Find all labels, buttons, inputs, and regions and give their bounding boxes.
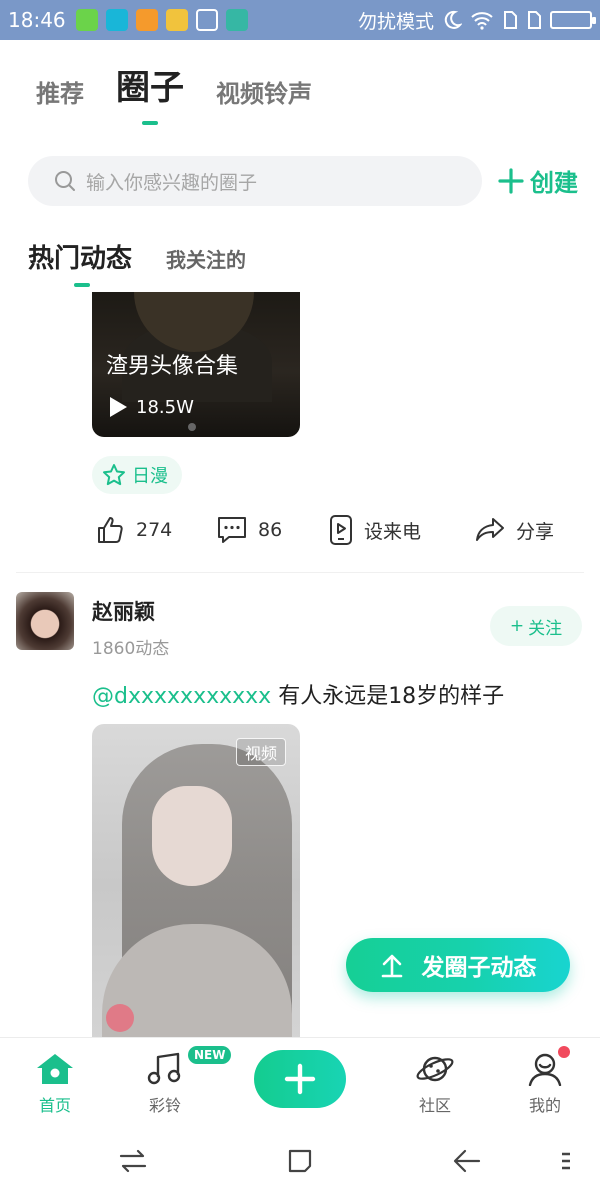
- plus-icon: +: [509, 616, 525, 636]
- moon-icon: [444, 10, 462, 29]
- follow-label: 关注: [528, 618, 563, 639]
- nav-home-label: 首页: [38, 1096, 71, 1115]
- share-button[interactable]: 分享: [474, 515, 554, 545]
- plus-icon: [284, 1063, 316, 1095]
- post-circle-update-button[interactable]: 发圈子动态: [346, 938, 570, 992]
- recent-apps-icon[interactable]: [118, 1147, 148, 1175]
- dnd-mode-label: 勿扰模式: [357, 10, 434, 33]
- back-icon[interactable]: [452, 1147, 482, 1175]
- new-badge: NEW: [188, 1046, 232, 1064]
- add-button[interactable]: [254, 1050, 346, 1108]
- post-actions: 274 86 设来电 分享: [96, 514, 576, 546]
- video-title: 渣男头像合集: [106, 354, 239, 379]
- folder-icon: [165, 9, 188, 31]
- create-label: 创建: [530, 169, 578, 197]
- search-icon: [55, 171, 75, 191]
- app-notification-icon: [75, 9, 98, 31]
- like-count: 274: [136, 519, 173, 541]
- upload-arrow-icon: [381, 954, 402, 978]
- views-count: 18.5W: [136, 396, 194, 418]
- nav-profile-label: 我的: [528, 1096, 561, 1115]
- status-bar: 18:46 勿扰模式: [0, 0, 600, 40]
- heart-icon: [106, 1004, 134, 1032]
- home-icon: [37, 1054, 73, 1084]
- post-header: 赵丽颖 1860动态 + 关注: [16, 592, 584, 659]
- share-icon: [476, 518, 504, 541]
- video-views: 18.5W: [108, 396, 194, 418]
- author-name[interactable]: 赵丽颖: [92, 596, 155, 626]
- post-body: 有人永远是18岁的样子: [278, 684, 505, 709]
- thumbs-up-icon: [98, 517, 123, 543]
- video-card[interactable]: 渣男头像合集 18.5W: [92, 292, 300, 437]
- planet-icon: [416, 1056, 454, 1082]
- tab-hot-posts[interactable]: 热门动态: [28, 238, 132, 287]
- tab-following[interactable]: 我关注的: [166, 244, 246, 273]
- feed-list[interactable]: 渣男头像合集 18.5W 日漫 274 86 设来电 分享 赵丽颖 1860动态…: [0, 292, 600, 1037]
- play-icon: [110, 397, 127, 417]
- usb-icon: [225, 9, 248, 31]
- sim-icon: [528, 11, 541, 29]
- status-time: 18:46: [8, 8, 66, 32]
- video-card[interactable]: 视频: [92, 724, 300, 1037]
- fab-label: 发圈子动态: [421, 955, 537, 981]
- music-note-icon: [147, 1052, 181, 1085]
- phone-video-icon: [330, 515, 352, 545]
- tab-recommend[interactable]: 推荐: [36, 74, 84, 109]
- circle-tag[interactable]: 日漫: [92, 456, 182, 494]
- video-badge: 视频: [235, 738, 286, 766]
- notification-dot: [558, 1046, 570, 1058]
- plus-icon: [498, 167, 524, 194]
- tab-circles[interactable]: 圈子: [116, 60, 184, 109]
- app-notification-icon: [105, 9, 128, 31]
- video-progress-dot: [188, 423, 196, 431]
- nav-home[interactable]: 首页: [10, 1052, 100, 1116]
- nav-community[interactable]: 社区: [390, 1052, 480, 1116]
- follow-button[interactable]: + 关注: [490, 606, 582, 646]
- profile-icon: [528, 1053, 562, 1086]
- battery-icon: [550, 11, 596, 29]
- wifi-icon: [471, 12, 493, 30]
- bottom-nav: 首页 彩铃 NEW 社区 我的: [0, 1037, 600, 1125]
- warning-icon: [135, 9, 158, 31]
- set-ringtone-label: 设来电: [364, 520, 422, 543]
- avatar[interactable]: [16, 592, 74, 650]
- mention-link[interactable]: @dxxxxxxxxxxx: [92, 684, 271, 709]
- tag-label: 日漫: [132, 466, 168, 487]
- search-placeholder: 输入你感兴趣的圈子: [86, 171, 258, 194]
- set-ringtone-button[interactable]: 设来电: [328, 514, 474, 546]
- nav-community-label: 社区: [418, 1096, 451, 1115]
- post-text: @dxxxxxxxxxxx 有人永远是18岁的样子: [92, 678, 504, 710]
- comment-icon: [218, 517, 246, 543]
- home-square-icon[interactable]: [286, 1147, 314, 1175]
- clean-icon: [195, 9, 218, 31]
- tab-video-ringtones[interactable]: 视频铃声: [216, 74, 312, 109]
- author-post-count: 1860动态: [92, 639, 170, 659]
- star-icon: [103, 464, 125, 486]
- comment-count: 86: [258, 519, 283, 541]
- video-thumbnail-face: [152, 786, 232, 886]
- top-tabs: 推荐 圈子 视频铃声: [36, 60, 312, 109]
- share-label: 分享: [516, 520, 555, 543]
- system-nav-bar: [0, 1125, 600, 1200]
- create-circle-button[interactable]: 创建: [498, 163, 578, 198]
- divider: [16, 572, 584, 573]
- feed-tabs: 热门动态 我关注的: [28, 238, 246, 287]
- menu-icon[interactable]: [560, 1147, 572, 1175]
- like-button[interactable]: 274: [96, 515, 216, 545]
- sim-icon: [504, 11, 517, 29]
- comment-button[interactable]: 86: [216, 515, 328, 545]
- nav-profile[interactable]: 我的: [500, 1052, 590, 1116]
- nav-ringback-label: 彩铃: [148, 1096, 181, 1115]
- search-input[interactable]: 输入你感兴趣的圈子: [28, 156, 482, 206]
